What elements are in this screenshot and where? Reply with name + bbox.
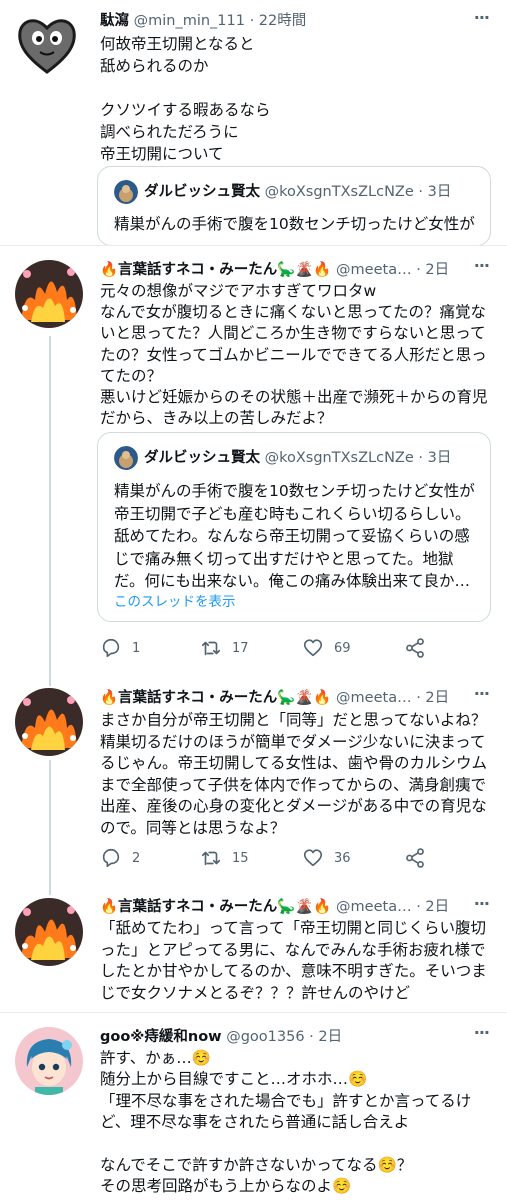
quote-avatar xyxy=(114,180,138,204)
retweet-button[interactable]: 17 xyxy=(200,634,249,662)
quoted-tweet[interactable]: ダルビッシュ賢太 @koXsgnTXsZLcNZe · 3日 精巣がんの手術で腹… xyxy=(97,166,491,246)
like-icon xyxy=(303,849,323,867)
quote-display-name: ダルビッシュ賢太 xyxy=(144,184,260,200)
avatar-fire-cat[interactable] xyxy=(15,688,83,756)
display-name[interactable]: goo※痔緩和now xyxy=(100,1029,222,1045)
more-icon[interactable]: ··· xyxy=(474,894,490,913)
like-count: 69 xyxy=(334,640,351,656)
tweet-3[interactable]: 🔥言葉話すネコ・みーたん🦕🌋🔥 @meeta… · 2日 ··· まさか自分が帝… xyxy=(0,678,507,888)
user-handle[interactable]: @min_min_111 xyxy=(134,13,245,29)
more-icon[interactable]: ··· xyxy=(474,256,490,275)
like-button[interactable]: 69 xyxy=(302,634,351,662)
tweet-header: 駄瀉 @min_min_111 · 22時間 xyxy=(100,9,495,33)
reply-icon xyxy=(102,638,120,658)
more-icon[interactable]: ··· xyxy=(474,8,490,27)
share-icon xyxy=(406,638,424,658)
retweet-button[interactable]: 15 xyxy=(200,844,249,872)
fire-cat-avatar-icon xyxy=(15,260,83,328)
user-handle[interactable]: @meeta… xyxy=(336,899,412,915)
quote-avatar xyxy=(114,446,138,470)
display-name[interactable]: 🔥言葉話すネコ・みーたん🦕🌋🔥 xyxy=(100,899,331,915)
quote-handle: @koXsgnTXsZLcNZe xyxy=(264,450,414,466)
share-button[interactable] xyxy=(404,634,436,662)
more-icon[interactable]: ··· xyxy=(474,1023,490,1042)
tweet-4[interactable]: 🔥言葉話すネコ・みーたん🦕🌋🔥 @meeta… · 2日 ··· 「舐めてたわ」… xyxy=(0,890,507,1010)
tweet-header: 🔥言葉話すネコ・みーたん🦕🌋🔥 @meeta… · 2日 xyxy=(100,895,495,919)
tweet-text: 元々の想像がマジでアホすぎてワロタw なんで女が腹切るときに痛くないと思ってたの… xyxy=(100,282,488,428)
tweet-text: 「舐めてたわ」って言って「帝王切開と同じくらい腹切った」とアピってる男に、なんで… xyxy=(100,919,487,1002)
retweet-count: 17 xyxy=(232,640,249,656)
user-handle[interactable]: @meeta… xyxy=(336,262,412,278)
tweet-5[interactable]: goo※痔緩和now @goo1356 · 2日 ··· 許す、かぁ…☺️ 随分… xyxy=(0,1013,507,1200)
user-handle[interactable]: @meeta… xyxy=(336,690,412,706)
timestamp[interactable]: · 2日 xyxy=(416,690,449,706)
avatar-heart[interactable] xyxy=(14,12,80,78)
quote-timestamp: · 3日 xyxy=(418,184,452,200)
quote-text: 精巣がんの手術で腹を10数センチ切ったけど女性が帝王切開で子ども産む時もこれくら… xyxy=(114,482,475,590)
retweet-icon xyxy=(201,641,221,656)
show-thread-link[interactable]: このスレッドを表示 xyxy=(114,590,236,610)
display-name[interactable]: 🔥言葉話すネコ・みーたん🦕🌋🔥 xyxy=(100,690,331,706)
tweet-1[interactable]: 駄瀉 @min_min_111 · 22時間 ··· 何故帝王切開となると 舐め… xyxy=(0,0,507,246)
timestamp[interactable]: · 2日 xyxy=(416,899,449,915)
avatar-fire-cat[interactable] xyxy=(15,260,83,328)
quote-display-name: ダルビッシュ賢太 xyxy=(144,450,260,466)
reply-count: 2 xyxy=(132,850,141,866)
quote-header: ダルビッシュ賢太 @koXsgnTXsZLcNZe · 3日 xyxy=(114,179,451,205)
like-icon xyxy=(303,639,323,657)
tweet-text: まさか自分が帝王切開と「同等」だと思ってないよね？精巣切るだけのほうが簡単でダメ… xyxy=(100,711,488,837)
quote-handle: @koXsgnTXsZLcNZe xyxy=(264,184,414,200)
avatar-goo[interactable] xyxy=(15,1027,83,1095)
tweet-2[interactable]: 🔥言葉話すネコ・みーたん🦕🌋🔥 @meeta… · 2日 ··· 元々の想像がマ… xyxy=(0,246,507,676)
share-icon xyxy=(406,848,424,868)
fire-cat-avatar-icon xyxy=(15,688,83,756)
tweet-text: 何故帝王切開となると 舐められるのか クソツイする暇あるなら 調べられただろうに… xyxy=(100,35,271,163)
user-handle[interactable]: @goo1356 xyxy=(226,1029,304,1045)
tweet-actions: 1 17 69 xyxy=(100,634,440,662)
tweet-header: 🔥言葉話すネコ・みーたん🦕🌋🔥 @meeta… · 2日 xyxy=(100,258,495,282)
avatar-fire-cat[interactable] xyxy=(15,898,83,966)
reply-button[interactable]: 1 xyxy=(100,634,140,662)
retweet-count: 15 xyxy=(232,850,249,866)
quoted-tweet[interactable]: ダルビッシュ賢太 @koXsgnTXsZLcNZe · 3日 精巣がんの手術で腹… xyxy=(97,432,491,622)
more-icon[interactable]: ··· xyxy=(474,684,490,703)
tweet-header: goo※痔緩和now @goo1356 · 2日 xyxy=(100,1025,495,1049)
like-button[interactable]: 36 xyxy=(302,844,351,872)
share-button[interactable] xyxy=(404,844,436,872)
tweet-actions: 2 15 36 xyxy=(100,844,440,872)
quote-header: ダルビッシュ賢太 @koXsgnTXsZLcNZe · 3日 xyxy=(114,445,451,471)
reply-button[interactable]: 2 xyxy=(100,844,140,872)
reply-icon xyxy=(102,848,120,868)
timestamp[interactable]: · 22時間 xyxy=(250,13,307,29)
timestamp[interactable]: · 2日 xyxy=(416,262,449,278)
quote-timestamp: · 3日 xyxy=(418,450,452,466)
anime-avatar-icon xyxy=(15,1027,83,1095)
fire-cat-avatar-icon xyxy=(15,898,83,966)
heart-avatar-icon xyxy=(18,19,76,74)
quote-text: 精巣がんの手術で腹を10数センチ切ったけど女性が xyxy=(114,215,475,233)
like-count: 36 xyxy=(334,850,351,866)
display-name[interactable]: 🔥言葉話すネコ・みーたん🦕🌋🔥 xyxy=(100,262,331,278)
timestamp[interactable]: · 2日 xyxy=(309,1029,342,1045)
reply-count: 1 xyxy=(132,640,141,656)
tweet-header: 🔥言葉話すネコ・みーたん🦕🌋🔥 @meeta… · 2日 xyxy=(100,686,495,710)
retweet-icon xyxy=(201,851,221,866)
tweet-text: 許す、かぁ…☺️ 随分上から目線ですこと…オホホ…☺️ 「理不尽な事をされた場合… xyxy=(100,1049,472,1196)
display-name[interactable]: 駄瀉 xyxy=(100,13,129,29)
